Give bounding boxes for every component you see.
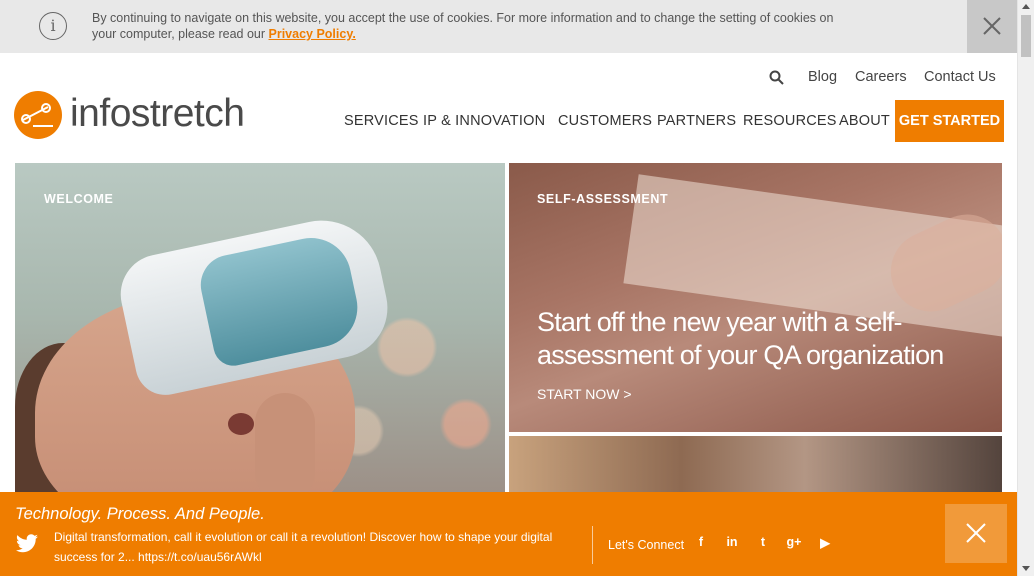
page: i By continuing to navigate on this webs… (0, 0, 1034, 576)
twitter-icon (16, 534, 38, 553)
lets-connect-label: Let's Connect (608, 538, 685, 552)
close-icon (983, 17, 1001, 35)
hero-image-hand (255, 393, 315, 498)
self-assessment-label: SELF-ASSESSMENT (537, 192, 669, 206)
twitter-link-icon[interactable]: t (754, 535, 772, 549)
logo-mark-icon (14, 91, 62, 139)
scroll-down-arrow-icon[interactable] (1022, 566, 1030, 571)
info-icon: i (39, 12, 67, 40)
nav-customers[interactable]: CUSTOMERS (558, 113, 652, 129)
facebook-icon[interactable]: f (692, 535, 710, 549)
hero-image-mouth (228, 413, 254, 435)
latest-tweet[interactable]: Digital transformation, call it evolutio… (54, 527, 584, 567)
nav-resources[interactable]: RESOURCES (743, 113, 837, 129)
careers-link[interactable]: Careers (855, 69, 907, 85)
self-assessment-headline: Start off the new year with a self-asses… (537, 307, 944, 370)
get-started-button[interactable]: GET STARTED (895, 100, 1004, 142)
cookie-banner: i By continuing to navigate on this webs… (0, 0, 1017, 53)
divider (592, 526, 593, 564)
google-plus-icon[interactable]: g+ (785, 535, 803, 549)
vertical-scrollbar[interactable] (1017, 0, 1034, 576)
tagline: Technology. Process. And People. (15, 505, 265, 523)
youtube-icon[interactable]: ▶ (816, 535, 834, 550)
privacy-policy-link[interactable]: Privacy Policy. (269, 27, 356, 41)
linkedin-icon[interactable]: in (723, 535, 741, 549)
scroll-up-arrow-icon[interactable] (1022, 4, 1030, 9)
nav-about[interactable]: ABOUT (839, 113, 890, 129)
nav-ip-innovation[interactable]: IP & INNOVATION (423, 113, 545, 129)
cookie-close-button[interactable] (967, 0, 1017, 53)
self-assessment-tile[interactable]: SELF-ASSESSMENT Start off the new year w… (509, 163, 1002, 432)
nav-partners[interactable]: PARTNERS (657, 113, 736, 129)
blog-link[interactable]: Blog (808, 69, 837, 85)
start-now-link[interactable]: START NOW > (537, 386, 632, 402)
close-icon (966, 523, 986, 543)
cookie-message-text: By continuing to navigate on this websit… (92, 11, 834, 41)
contact-us-link[interactable]: Contact Us (924, 69, 996, 85)
logo-text: infostretch (70, 92, 245, 135)
bottom-social-bar: Technology. Process. And People. Digital… (0, 492, 1017, 576)
cookie-message: By continuing to navigate on this websit… (92, 10, 852, 42)
search-icon[interactable] (769, 70, 784, 85)
bottom-bar-close-button[interactable] (945, 504, 1007, 563)
nav-services[interactable]: SERVICES (344, 113, 419, 129)
welcome-label: WELCOME (44, 192, 114, 206)
scroll-thumb[interactable] (1021, 15, 1031, 57)
logo[interactable]: infostretch (13, 90, 263, 140)
welcome-tile[interactable]: WELCOME (15, 163, 505, 498)
people-tile[interactable] (509, 436, 1002, 496)
